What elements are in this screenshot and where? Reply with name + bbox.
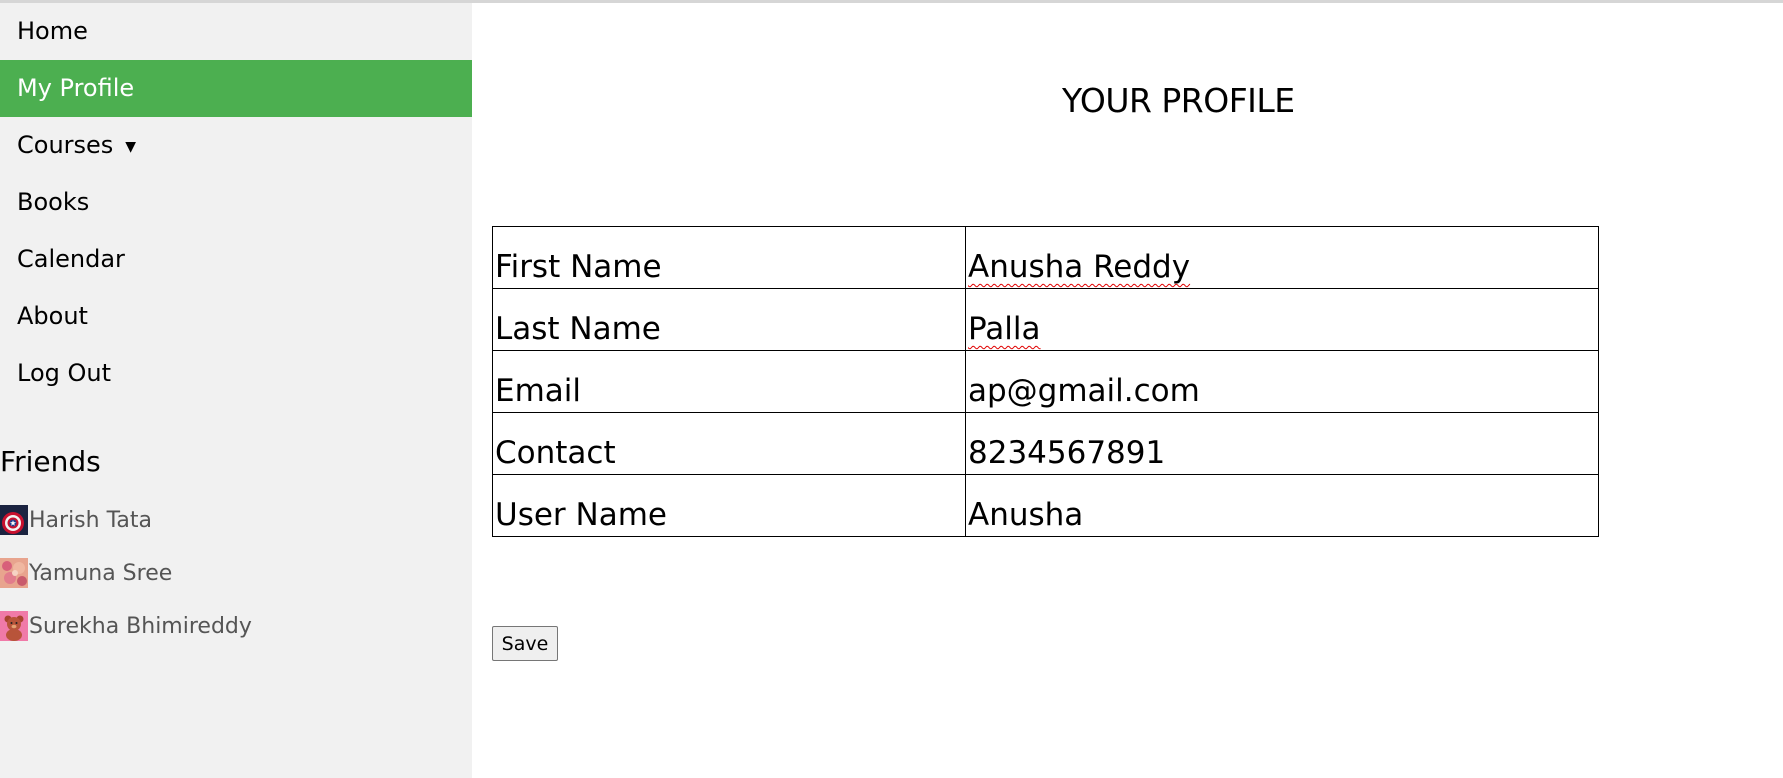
friend-item-surekha-bhimireddy[interactable]: Surekha Bhimireddy	[0, 611, 252, 641]
captain-america-shield-avatar	[0, 505, 28, 535]
nav-item-home[interactable]: Home	[0, 3, 472, 60]
contact-value: 8234567891	[965, 412, 1599, 475]
field-label: User Name	[492, 474, 966, 537]
field-label: First Name	[492, 226, 966, 289]
table-row: Email ap@gmail.com	[492, 350, 1599, 413]
nav-item-log-out[interactable]: Log Out	[0, 345, 472, 402]
table-row: User Name Anusha	[492, 474, 1599, 537]
field-label: Last Name	[492, 288, 966, 351]
nav-item-label: Home	[17, 17, 88, 45]
first-name-value: Anusha Reddy	[968, 249, 1191, 285]
sidebar: Home My Profile Courses ▼ Books Calendar …	[0, 3, 472, 778]
username-value: Anusha	[965, 474, 1599, 537]
table-row: First Name Anusha Reddy	[492, 226, 1599, 289]
friend-name: Surekha Bhimireddy	[29, 613, 252, 639]
field-label: Email	[492, 350, 966, 413]
nav-item-label: About	[17, 302, 88, 330]
caret-down-icon: ▼	[125, 139, 137, 155]
nav-item-label: Courses	[17, 131, 114, 159]
nav-item-about[interactable]: About	[0, 288, 472, 345]
nav-item-label: My Profile	[17, 74, 135, 102]
friend-name: Harish Tata	[29, 507, 152, 533]
nav-item-label: Calendar	[17, 245, 125, 273]
save-button[interactable]: Save	[492, 626, 558, 661]
friend-name: Yamuna Sree	[29, 560, 173, 586]
last-name-value: Palla	[968, 311, 1041, 347]
nav-item-courses[interactable]: Courses ▼	[0, 117, 472, 174]
field-value: Palla	[965, 288, 1599, 351]
nav-item-my-profile[interactable]: My Profile	[0, 60, 472, 117]
nav-item-books[interactable]: Books	[0, 174, 472, 231]
friend-item-yamuna-sree[interactable]: Yamuna Sree	[0, 558, 172, 588]
table-row: Contact 8234567891	[492, 412, 1599, 475]
main-content: YOUR PROFILE First Name Anusha Reddy Las…	[472, 3, 1783, 778]
flowers-avatar	[0, 558, 28, 588]
table-row: Last Name Palla	[492, 288, 1599, 351]
field-label: Contact	[492, 412, 966, 475]
nav-item-label: Log Out	[17, 359, 112, 387]
friends-heading: Friends	[0, 445, 101, 478]
sidebar-nav: Home My Profile Courses ▼ Books Calendar …	[0, 3, 472, 402]
profile-table: First Name Anusha Reddy Last Name Palla …	[492, 226, 1599, 537]
email-value: ap@gmail.com	[965, 350, 1599, 413]
nav-item-label: Books	[17, 188, 90, 216]
field-value: Anusha Reddy	[965, 226, 1599, 289]
friend-item-harish-tata[interactable]: Harish Tata	[0, 505, 152, 535]
page-title: YOUR PROFILE	[1062, 81, 1295, 120]
teddy-bear-avatar	[0, 611, 28, 641]
nav-item-calendar[interactable]: Calendar	[0, 231, 472, 288]
